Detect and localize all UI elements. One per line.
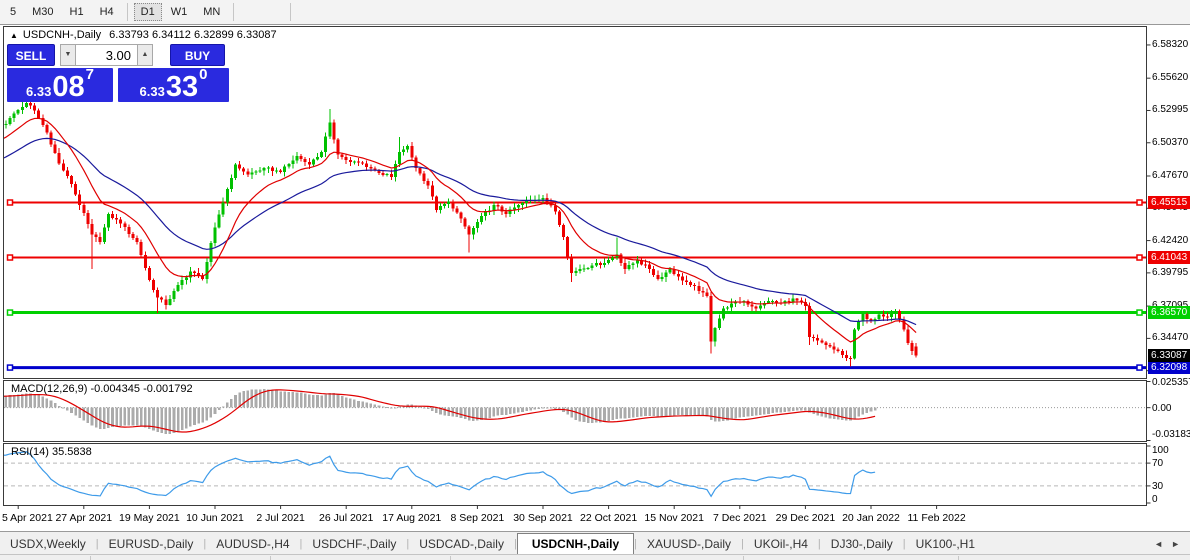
tab-scroll-arrows: ◄►	[1154, 539, 1190, 554]
price-axis-tick: 6.47670	[1152, 170, 1188, 181]
chart-tab-usdx-weekly[interactable]: USDX,Weekly	[0, 534, 96, 554]
date-axis-label: 15 Nov 2021	[642, 512, 706, 524]
date-axis-label: 8 Sep 2021	[445, 512, 509, 524]
price-level-badge: 6.32098	[1148, 361, 1190, 374]
buy-button[interactable]: BUY	[170, 44, 225, 66]
chart-tab-uk100-h1[interactable]: UK100-,H1	[906, 534, 985, 554]
macd-axis-tick: -0.03183	[1152, 429, 1190, 440]
statusbar-separator	[743, 556, 744, 560]
volume-field[interactable]: 3.00	[76, 44, 137, 66]
price-axis-tick: 6.34470	[1152, 332, 1188, 343]
date-axis-label: 19 May 2021	[117, 512, 181, 524]
macd-axis-tick: 0.025357	[1152, 377, 1190, 388]
timeframe-button-w1[interactable]: W1	[164, 3, 195, 21]
price-level-badge: 6.36570	[1148, 306, 1190, 319]
macd-axis-tick: 0.00	[1152, 403, 1171, 414]
date-axis-label: 27 Apr 2021	[52, 512, 116, 524]
ohlc-values: 6.33793 6.34112 6.32899 6.33087	[109, 29, 276, 41]
toolbar-separator	[127, 3, 128, 21]
price-level-badge: 6.41043	[1148, 251, 1190, 264]
chart-tab-audusd-h4[interactable]: AUDUSD-,H4	[206, 534, 299, 554]
one-click-trade-widget: SELL ▼ 3.00 ▲ BUY 6.33 08 7 6.33 33 0	[7, 44, 229, 102]
price-axis-tick: 6.50370	[1152, 137, 1188, 148]
tab-scroll-left-icon[interactable]: ◄	[1154, 539, 1163, 549]
chart-tab-usdcad-daily[interactable]: USDCAD-,Daily	[409, 534, 514, 554]
date-axis-label: 22 Oct 2021	[577, 512, 641, 524]
symbol-name: USDCNH-,Daily	[23, 29, 101, 41]
price-axis-tick: 6.52995	[1152, 104, 1188, 115]
buy-price-digits: 33	[166, 75, 198, 99]
chart-tab-usdchf-daily[interactable]: USDCHF-,Daily	[302, 534, 406, 554]
sell-price-base: 6.33	[26, 85, 51, 99]
chart-tab-ukoil-h4[interactable]: UKOil-,H4	[744, 534, 818, 554]
price-axis-tick: 6.55620	[1152, 72, 1188, 83]
toolbar-separator	[233, 3, 234, 21]
sell-price-digits: 08	[52, 75, 84, 99]
buy-price-base: 6.33	[140, 85, 165, 99]
timeframe-button-5[interactable]: 5	[3, 3, 23, 21]
buy-price-pip: 0	[199, 68, 207, 82]
chart-tab-usdcnh-daily[interactable]: USDCNH-,Daily	[517, 533, 634, 554]
chart-tab-xauusd-daily[interactable]: XAUUSD-,Daily	[637, 534, 741, 554]
date-axis-label: 17 Aug 2021	[380, 512, 444, 524]
timeframe-button-d1[interactable]: D1	[134, 3, 162, 21]
price-level-badge: 6.45515	[1148, 196, 1190, 209]
symbol-header: ▲ USDCNH-,Daily 6.33793 6.34112 6.32899 6.…	[10, 29, 277, 41]
date-axis-label: 10 Jun 2021	[183, 512, 247, 524]
chart-tab-bar: USDX,Weekly|EURUSD-,Daily|AUDUSD-,H4|USD…	[0, 531, 1190, 554]
date-axis-label: 2 Jul 2021	[249, 512, 313, 524]
current-price-badge: 6.33087	[1148, 349, 1190, 362]
sell-button[interactable]: SELL	[7, 44, 55, 66]
macd-indicator-label: MACD(12,26,9) -0.004345 -0.001792	[11, 383, 193, 395]
volume-stepper: ▼ 3.00 ▲	[60, 44, 153, 66]
rsi-indicator-label: RSI(14) 35.5838	[11, 446, 92, 458]
price-axis-tick: 6.58320	[1152, 39, 1188, 50]
buy-price-display: 6.33 33 0	[118, 68, 229, 102]
rsi-axis-tick: 30	[1152, 481, 1163, 492]
date-axis-label: 30 Sep 2021	[511, 512, 575, 524]
collapse-icon[interactable]: ▲	[10, 31, 18, 40]
date-axis-label: 7 Dec 2021	[708, 512, 772, 524]
rsi-axis-tick: 0	[1152, 494, 1158, 505]
price-axis-tick: 6.42420	[1152, 235, 1188, 246]
toolbar-separator	[290, 3, 291, 21]
statusbar-separator	[270, 556, 271, 560]
timeframe-toolbar: 5M30H1H4 D1W1MN	[0, 0, 1190, 25]
rsi-axis-tick: 100	[1152, 445, 1169, 456]
status-bar	[0, 554, 1190, 560]
statusbar-separator	[90, 556, 91, 560]
tab-scroll-right-icon[interactable]: ►	[1171, 539, 1180, 549]
rsi-axis-tick: 70	[1152, 458, 1163, 469]
volume-decrease-icon[interactable]: ▼	[60, 44, 76, 66]
sell-price-display: 6.33 08 7	[7, 68, 113, 102]
date-axis-label: 11 Feb 2022	[905, 512, 969, 524]
timeframe-button-h1[interactable]: H1	[63, 3, 91, 21]
trading-terminal: 5M30H1H4 D1W1MN ▲ USDCNH-,Daily 6.33793 6.3…	[0, 0, 1190, 560]
price-axis-tick: 6.39795	[1152, 267, 1188, 278]
date-axis-label: 20 Jan 2022	[839, 512, 903, 524]
volume-increase-icon[interactable]: ▲	[137, 44, 153, 66]
statusbar-separator	[958, 556, 959, 560]
timeframe-button-mn[interactable]: MN	[196, 3, 227, 21]
chart-tab-eurusd-daily[interactable]: EURUSD-,Daily	[99, 534, 204, 554]
statusbar-separator	[450, 556, 451, 560]
date-axis-label: 29 Dec 2021	[773, 512, 837, 524]
sell-price-pip: 7	[86, 68, 94, 82]
timeframe-button-m30[interactable]: M30	[25, 3, 60, 21]
chart-tab-dj30-daily[interactable]: DJ30-,Daily	[821, 534, 903, 554]
timeframe-button-h4[interactable]: H4	[93, 3, 121, 21]
date-axis-label: 26 Jul 2021	[314, 512, 378, 524]
